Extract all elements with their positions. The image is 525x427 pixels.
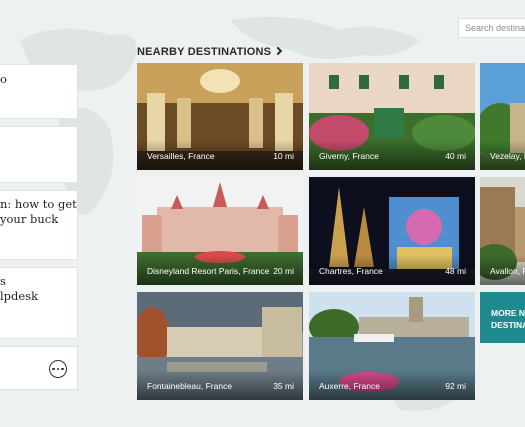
- tile-name: Avallon, France: [490, 266, 525, 276]
- tile-distance: 48 mi: [445, 266, 466, 276]
- destination-tile-auxerre[interactable]: Auxerre, France 92 mi: [309, 292, 475, 400]
- tile-distance: 40 mi: [445, 151, 466, 161]
- card-text: lpdesk: [0, 289, 39, 303]
- more-options-icon[interactable]: [49, 360, 67, 378]
- tile-distance: 35 mi: [273, 381, 294, 391]
- destination-tile-versailles[interactable]: Versailles, France 10 mi: [137, 63, 303, 170]
- tile-name: Versailles, France: [147, 151, 215, 161]
- article-card[interactable]: s lpdesk: [0, 267, 78, 339]
- more-nearby-destinations-button[interactable]: MORE NEARBY DESTINATIONS: [480, 292, 525, 343]
- tile-distance: 10 mi: [273, 151, 294, 161]
- card-text: o: [0, 72, 7, 86]
- destination-tile-giverny[interactable]: Giverny, France 40 mi: [309, 63, 475, 170]
- more-tile-line: MORE NEARBY: [491, 308, 525, 318]
- destination-tile-vezelay[interactable]: Vezelay, France: [480, 63, 525, 170]
- article-card[interactable]: o: [0, 64, 78, 119]
- card-text: n: how to get: [0, 197, 77, 211]
- more-tile-line: DESTINATIONS: [491, 320, 525, 330]
- destination-tile-chartres[interactable]: Chartres, France 48 mi: [309, 177, 475, 285]
- article-card[interactable]: n: how to get your buck: [0, 190, 78, 260]
- tile-name: Disneyland Resort Paris, France: [147, 266, 270, 276]
- search-input[interactable]: Search destinations: [458, 18, 525, 38]
- nearby-destinations-header[interactable]: NEARBY DESTINATIONS: [137, 46, 283, 58]
- card-text: s: [0, 274, 6, 288]
- tile-distance: 92 mi: [445, 381, 466, 391]
- chevron-right-icon: [273, 46, 283, 56]
- destination-tile-disneyland[interactable]: Disneyland Resort Paris, France 20 mi: [137, 177, 303, 285]
- tile-name: Auxerre, France: [319, 381, 380, 391]
- article-card[interactable]: [0, 346, 78, 390]
- section-title: NEARBY DESTINATIONS: [137, 46, 272, 58]
- card-text: your buck: [0, 212, 59, 226]
- tile-name: Vezelay, France: [490, 151, 525, 161]
- destination-tile-avallon[interactable]: Avallon, France: [480, 177, 525, 285]
- article-card[interactable]: [0, 126, 78, 183]
- tile-name: Giverny, France: [319, 151, 379, 161]
- tile-distance: 20 mi: [273, 266, 294, 276]
- tile-name: Chartres, France: [319, 266, 383, 276]
- destination-tile-fontainebleau[interactable]: Fontainebleau, France 35 mi: [137, 292, 303, 400]
- tile-name: Fontainebleau, France: [147, 381, 233, 391]
